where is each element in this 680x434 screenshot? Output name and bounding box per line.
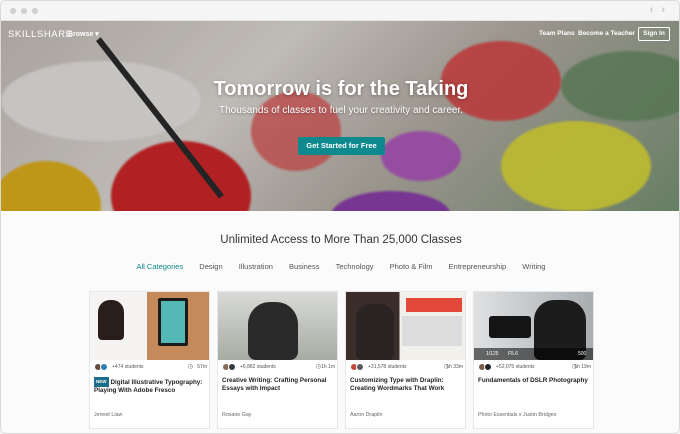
- class-author[interactable]: Jennet Liaw: [94, 412, 122, 418]
- instructor-figure: [356, 304, 394, 360]
- class-meta: +474 students ◷ 57m: [94, 363, 207, 372]
- tab-photo-film[interactable]: Photo & Film: [390, 262, 433, 271]
- camera-readout: 1/125 F5.6 500: [474, 348, 593, 360]
- class-author[interactable]: Aaron Draplin: [350, 412, 382, 418]
- minimize-dot[interactable]: [21, 8, 27, 14]
- student-count: +474 students: [112, 364, 144, 370]
- iso: 500: [578, 351, 587, 357]
- avatar: [100, 363, 108, 371]
- avatar: [356, 363, 364, 371]
- tab-business[interactable]: Business: [289, 262, 319, 271]
- student-avatars: [478, 363, 494, 371]
- class-thumbnail[interactable]: [90, 292, 209, 360]
- class-card[interactable]: 1/125 F5.6 500 +52,075 students ◷ 1h 19m…: [473, 291, 594, 429]
- class-cards: +474 students ◷ 57m NEW Digital Illustrat…: [89, 291, 594, 431]
- student-count: +52,075 students: [496, 364, 535, 370]
- hero-title: Tomorrow is for the Taking: [213, 78, 469, 100]
- tab-entrepreneurship[interactable]: Entrepreneurship: [449, 262, 507, 271]
- class-title[interactable]: NEW Digital Illustrative Typography: Play…: [94, 377, 207, 395]
- student-avatars: [222, 363, 238, 371]
- avatar: [228, 363, 236, 371]
- back-arrow-icon[interactable]: ‹: [650, 4, 654, 16]
- catalog-section: Unlimited Access to More Than 25,000 Cla…: [1, 211, 679, 433]
- maximize-dot[interactable]: [32, 8, 38, 14]
- catalog-heading: Unlimited Access to More Than 25,000 Cla…: [220, 234, 462, 246]
- class-card[interactable]: +6,882 students ◷ 1h 1m Creative Writing…: [217, 291, 338, 429]
- become-teacher-link[interactable]: Become a Teacher: [578, 30, 635, 37]
- tab-writing[interactable]: Writing: [522, 262, 545, 271]
- type-sample: [402, 316, 462, 346]
- tab-all-categories[interactable]: All Categories: [137, 262, 184, 271]
- tab-illustration[interactable]: Illustration: [239, 262, 273, 271]
- tablet-screen: [161, 301, 185, 343]
- hero-overlay: [1, 21, 679, 211]
- class-thumbnail[interactable]: [346, 292, 465, 360]
- team-plans-link[interactable]: Team Plans: [539, 30, 575, 37]
- class-duration: 1h 19m: [574, 364, 591, 370]
- shutter-speed: 1/125: [486, 351, 499, 357]
- tab-technology[interactable]: Technology: [336, 262, 374, 271]
- hero-banner: SKILLSHARE Browse ▾ Team Plans Become a …: [1, 21, 679, 211]
- class-title[interactable]: Creative Writing: Crafting Personal Essa…: [222, 377, 335, 393]
- class-card[interactable]: +31,578 students ◷ 1h 33m Customizing Ty…: [345, 291, 466, 429]
- sign-in-button[interactable]: Sign In: [638, 27, 670, 41]
- clock-icon: ◷: [187, 364, 193, 370]
- student-avatars: [94, 363, 110, 371]
- class-duration: 1h 33m: [446, 364, 463, 370]
- class-card[interactable]: +474 students ◷ 57m NEW Digital Illustrat…: [89, 291, 210, 429]
- student-avatars: [350, 363, 366, 371]
- type-sample: [406, 298, 462, 312]
- new-badge: NEW: [94, 377, 109, 387]
- browser-nav: ‹ ›: [650, 4, 665, 16]
- class-thumbnail[interactable]: [218, 292, 337, 360]
- class-meta: +31,578 students ◷ 1h 33m: [350, 363, 463, 372]
- instructor-figure: [248, 302, 298, 360]
- class-meta: +6,882 students ◷ 1h 1m: [222, 363, 335, 372]
- class-duration: 1h 1m: [321, 364, 335, 370]
- skillshare-logo[interactable]: SKILLSHARE: [8, 29, 73, 40]
- category-tabs: All Categories Design Illustration Busin…: [1, 262, 679, 271]
- camera-image: [489, 316, 531, 338]
- class-title[interactable]: Customizing Type with Draplin: Creating …: [350, 377, 463, 393]
- class-title-text[interactable]: Digital Illustrative Typography: Playing…: [94, 379, 202, 394]
- student-count: +31,578 students: [368, 364, 407, 370]
- class-title[interactable]: Fundamentals of DSLR Photography: [478, 377, 591, 385]
- class-duration: 57m: [197, 364, 207, 370]
- class-author[interactable]: Roxane Gay: [222, 412, 251, 418]
- class-meta: +52,075 students ◷ 1h 19m: [478, 363, 591, 372]
- aperture: F5.6: [508, 351, 519, 357]
- browser-chrome: ‹ ›: [1, 1, 679, 21]
- class-author[interactable]: Photo Essentials x Justin Bridges: [478, 412, 556, 418]
- close-dot[interactable]: [10, 8, 16, 14]
- window-controls: [10, 8, 38, 14]
- browse-menu[interactable]: Browse ▾: [68, 30, 99, 38]
- instructor-figure: [98, 300, 124, 340]
- tab-design[interactable]: Design: [199, 262, 222, 271]
- forward-arrow-icon[interactable]: ›: [661, 4, 665, 16]
- browser-window: ‹ › SKILLSHARE Browse ▾ Team Plans Becom…: [0, 0, 680, 434]
- hero-subtitle: Thousands of classes to fuel your creati…: [218, 105, 463, 116]
- student-count: +6,882 students: [240, 364, 276, 370]
- class-thumbnail[interactable]: 1/125 F5.6 500: [474, 292, 593, 360]
- get-started-button[interactable]: Get Started for Free: [298, 137, 385, 155]
- avatar: [484, 363, 492, 371]
- top-navbar: SKILLSHARE Browse ▾ Team Plans Become a …: [1, 21, 679, 47]
